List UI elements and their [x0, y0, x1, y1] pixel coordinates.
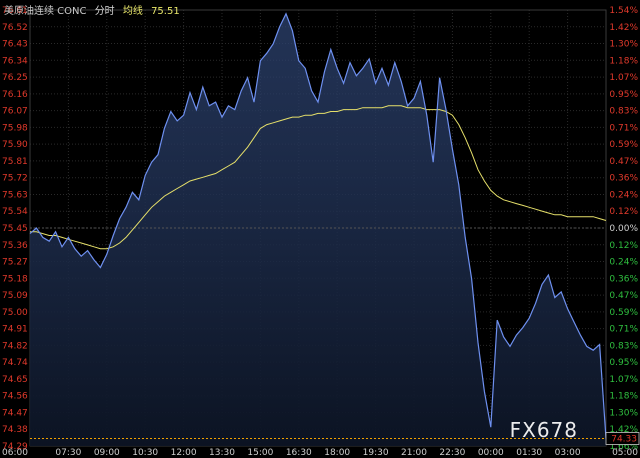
price-tick-label: 74.65	[2, 375, 28, 385]
percent-tick-label: 0.83%	[609, 107, 638, 117]
time-tick-label: 06:00	[2, 448, 28, 458]
percent-tick-label: 1.54%	[609, 6, 638, 16]
percent-tick-label: 0.36%	[609, 274, 638, 284]
percent-tick-label: 1.42%	[609, 23, 638, 33]
timeshare-mode-label[interactable]: 分时	[95, 6, 115, 17]
time-tick-label: 03:00	[555, 448, 581, 458]
time-tick-label: 19:30	[363, 448, 389, 458]
price-tick-label: 75.98	[2, 123, 28, 133]
price-tick-label: 76.43	[2, 40, 28, 50]
price-tick-label: 75.72	[2, 174, 28, 184]
percent-tick-label: 0.12%	[609, 207, 638, 217]
price-tick-label: 74.47	[2, 408, 28, 418]
intraday-chart: 76.61 76.52 76.43 76.34 76.25 76.16 76.07 75.98…	[0, 0, 640, 458]
percent-tick-label: 0.59%	[609, 140, 638, 150]
price-tick-label: 76.16	[2, 90, 28, 100]
price-tick-label: 74.74	[2, 358, 28, 368]
percent-tick-label: 0.47%	[609, 291, 638, 301]
percent-tick-label: 1.18%	[609, 56, 638, 66]
price-tick-label: 74.38	[2, 425, 28, 435]
time-tick-label: 15:00	[247, 448, 273, 458]
time-tick-label: 01:30	[516, 448, 542, 458]
price-tick-label: 75.18	[2, 274, 28, 284]
price-axis: 76.6176.5276.4376.3476.2576.1676.0775.98…	[2, 6, 28, 452]
percent-tick-label: 1.30%	[609, 40, 638, 50]
watermark-logo: FX678	[509, 418, 578, 442]
time-tick-label: 18:00	[324, 448, 350, 458]
price-tick-label: 75.09	[2, 291, 28, 301]
price-tick-label: 75.45	[2, 224, 28, 234]
price-tick-label: 74.56	[2, 392, 28, 402]
time-axis: 06:00 07:30 09:00 10:30 12:00 13:30 15:00 16:30…	[2, 448, 638, 458]
percent-axis: 1.54% 1.42% 1.30% 1.18% 1.07% 0.95% 0.83% 0.71%…	[609, 6, 638, 452]
price-tick-label: 75.00	[2, 308, 28, 318]
percent-tick-label: 0.47%	[609, 157, 638, 167]
average-line-label[interactable]: 均线	[123, 6, 143, 17]
percent-tick-label: 0.36%	[609, 174, 638, 184]
price-tick-label: 76.07	[2, 107, 28, 117]
percent-tick-label: 0.24%	[609, 190, 638, 200]
price-area-fill	[30, 13, 606, 447]
price-tick-label: 75.81	[2, 157, 28, 167]
percent-tick-label: 1.07%	[609, 73, 638, 83]
time-tick-label: 16:30	[286, 448, 312, 458]
price-tick-label: 74.91	[2, 325, 28, 335]
time-tick-label: 00:00	[478, 448, 504, 458]
price-tick-label: 75.36	[2, 241, 28, 251]
percent-tick-label: 1.07%	[609, 375, 638, 385]
percent-tick-label: 0.12%	[609, 241, 638, 251]
price-tick-label: 75.90	[2, 140, 28, 150]
percent-tick-label: 0.59%	[609, 308, 638, 318]
last-value-label: 74.33	[611, 434, 637, 444]
price-area	[30, 13, 606, 447]
price-tick-label: 74.82	[2, 341, 28, 351]
percent-tick-label: 0.71%	[609, 325, 638, 335]
percent-tick-label: 0.00%	[609, 224, 638, 234]
time-tick-label: 21:00	[401, 448, 427, 458]
time-tick-label: 22:30	[439, 448, 465, 458]
chart-plot[interactable]: 76.6176.5276.4376.3476.2576.1676.0775.98…	[0, 0, 640, 458]
price-tick-label: 76.34	[2, 56, 28, 66]
percent-tick-label: 0.83%	[609, 341, 638, 351]
price-tick-label: 75.54	[2, 207, 28, 217]
percent-tick-label: 0.24%	[609, 258, 638, 268]
time-tick-label: 07:30	[55, 448, 81, 458]
chart-header: 美原油连续 CONC 分时 均线 75.51	[4, 2, 185, 17]
percent-tick-label: 0.95%	[609, 358, 638, 368]
price-tick-label: 75.27	[2, 258, 28, 268]
time-tick-label: 10:30	[132, 448, 158, 458]
instrument-title: 美原油连续 CONC	[4, 6, 87, 17]
price-tick-label: 76.25	[2, 73, 28, 83]
time-tick-label: 13:30	[209, 448, 235, 458]
time-tick-label: 09:00	[94, 448, 120, 458]
percent-tick-label: 0.71%	[609, 123, 638, 133]
percent-tick-label: 0.95%	[609, 90, 638, 100]
price-tick-label: 75.63	[2, 190, 28, 200]
price-tick-label: 76.52	[2, 23, 28, 33]
time-tick-label: 12:00	[171, 448, 197, 458]
last-price: 75.51	[151, 6, 180, 17]
percent-tick-label: 1.30%	[609, 408, 638, 418]
percent-tick-label: 1.18%	[609, 392, 638, 402]
time-tick-label: 05:00	[612, 448, 638, 458]
